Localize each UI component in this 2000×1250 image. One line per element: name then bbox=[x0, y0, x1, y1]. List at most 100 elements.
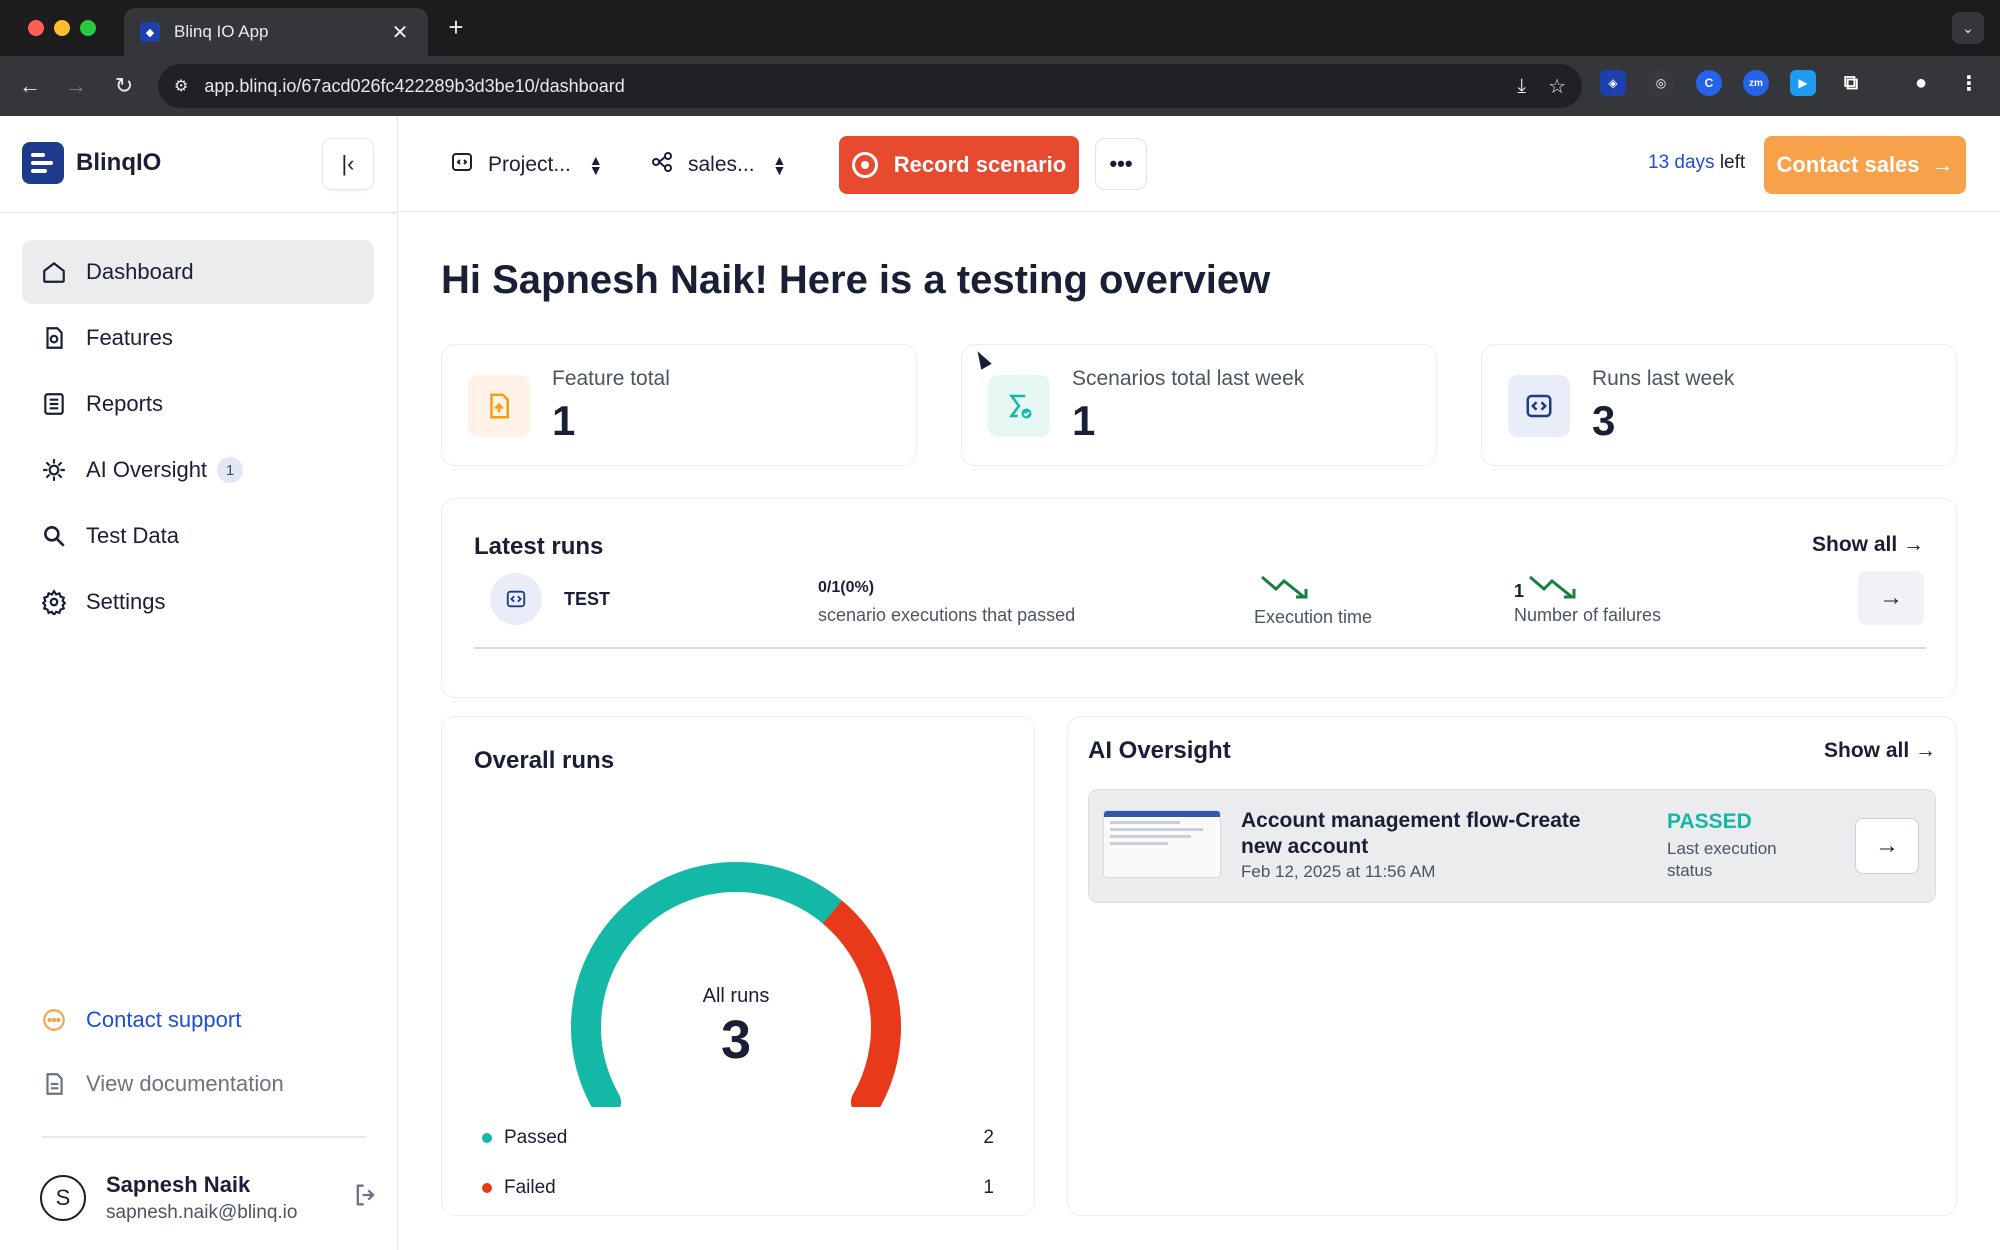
extension-c-icon[interactable]: C bbox=[1696, 70, 1722, 96]
features-icon bbox=[40, 324, 68, 352]
stat-label: Feature total bbox=[552, 367, 670, 390]
latest-runs-title: Latest runs bbox=[474, 533, 604, 560]
bookmark-star-icon[interactable]: ☆ bbox=[1548, 74, 1566, 99]
arrow-right-icon: → bbox=[1931, 152, 1954, 177]
topbar: Project... ▲ ▼ sales... ▲ ▼ Record scenari… bbox=[398, 116, 2000, 212]
sidebar-item-reports[interactable]: Reports bbox=[22, 372, 374, 436]
collapse-sidebar-button[interactable]: |‹ bbox=[322, 138, 374, 190]
arrow-right-icon: → bbox=[1903, 533, 1925, 556]
install-app-icon[interactable]: ⤓ bbox=[1517, 75, 1526, 98]
brand[interactable]: BlinqIO bbox=[22, 142, 161, 184]
site-info-icon[interactable]: ⚙ bbox=[174, 76, 188, 96]
gear-icon bbox=[40, 588, 68, 616]
contact-sales-button[interactable]: Contact sales → bbox=[1764, 136, 1966, 194]
list-item[interactable]: Account management flow-Create new accou… bbox=[1088, 789, 1936, 903]
ai-oversight-show-all-link[interactable]: Show all → bbox=[1824, 739, 1936, 763]
show-all-label: Show all bbox=[1824, 739, 1910, 762]
sidebar-item-label: AI Oversight bbox=[86, 457, 208, 482]
contact-support-label: Contact support bbox=[86, 1007, 242, 1032]
record-scenario-button[interactable]: Record scenario bbox=[839, 136, 1079, 194]
sidebar-item-settings[interactable]: Settings bbox=[22, 570, 374, 634]
status-badge: PASSED bbox=[1667, 810, 1752, 833]
user-name: Sapnesh Naik bbox=[106, 1172, 251, 1197]
sidebar-nav: Dashboard Features Reports AI Oversight bbox=[22, 240, 374, 636]
open-oversight-button[interactable]: → bbox=[1855, 818, 1919, 874]
document-icon bbox=[40, 1070, 68, 1098]
more-options-button[interactable]: ••• bbox=[1095, 138, 1147, 190]
new-tab-icon[interactable]: + bbox=[440, 12, 472, 43]
chat-bubble-icon bbox=[40, 1006, 68, 1034]
project-icon bbox=[450, 150, 474, 180]
legend-label: Failed bbox=[504, 1177, 556, 1198]
legend-item-passed: Passed 2 bbox=[482, 1127, 994, 1149]
close-window-button[interactable] bbox=[28, 20, 44, 36]
sidebar-item-label: Features bbox=[86, 325, 173, 350]
scenario-icon bbox=[988, 375, 1050, 437]
status-label: Last execution status bbox=[1667, 839, 1777, 880]
trial-days-suffix: left bbox=[1714, 152, 1746, 173]
failures-count: 1 bbox=[1514, 581, 1525, 601]
sidebar-item-features[interactable]: Features bbox=[22, 306, 374, 370]
table-row[interactable]: TEST 0/1(0%) scenario executions that pa… bbox=[474, 571, 1926, 649]
sidebar-item-ai-oversight[interactable]: AI Oversight 1 bbox=[22, 438, 374, 502]
minimize-window-button[interactable] bbox=[54, 20, 70, 36]
browser-tab[interactable]: ◆ Blinq IO App ✕ bbox=[124, 8, 428, 56]
maximize-window-button[interactable] bbox=[80, 20, 96, 36]
legend-value: 1 bbox=[983, 1177, 994, 1198]
avatar: S bbox=[40, 1175, 86, 1221]
record-scenario-label: Record scenario bbox=[893, 152, 1067, 177]
arrow-right-icon: → bbox=[1915, 739, 1937, 762]
execution-time-label: Execution time bbox=[1254, 607, 1373, 627]
reports-icon bbox=[40, 390, 68, 418]
reload-icon[interactable]: ↻ bbox=[108, 70, 140, 102]
divider bbox=[0, 212, 398, 213]
close-tab-icon[interactable]: ✕ bbox=[388, 20, 412, 45]
search-icon bbox=[40, 522, 68, 550]
latest-runs-show-all-link[interactable]: Show all → bbox=[1812, 533, 1924, 557]
view-documentation-link[interactable]: View documentation bbox=[40, 1070, 284, 1098]
contact-sales-label: Contact sales bbox=[1776, 152, 1920, 177]
sidebar-item-dashboard[interactable]: Dashboard bbox=[22, 240, 374, 304]
ai-oversight-icon bbox=[40, 456, 68, 484]
user-info: Sapnesh Naik sapnesh.naik@blinq.io bbox=[106, 1172, 352, 1224]
blinqio-logo-icon bbox=[22, 142, 64, 184]
trial-days-count: 13 days bbox=[1648, 152, 1715, 173]
failures-label: Number of failures bbox=[1514, 605, 1662, 625]
file-upload-icon bbox=[468, 375, 530, 437]
project-selector[interactable]: Project... ▲ ▼ bbox=[450, 150, 603, 180]
zoom-extension-icon[interactable]: zm bbox=[1743, 70, 1769, 96]
open-run-button[interactable]: → bbox=[1858, 571, 1924, 625]
run-pass-ratio: 0/1(0%) bbox=[818, 579, 875, 596]
user-profile[interactable]: S Sapnesh Naik sapnesh.naik@blinq.io bbox=[40, 1172, 380, 1224]
chevron-updown-icon: ▲ ▼ bbox=[772, 152, 787, 178]
record-icon bbox=[851, 152, 878, 178]
extension-play-icon[interactable]: ▶ bbox=[1790, 70, 1816, 96]
legend-dot bbox=[482, 1133, 492, 1143]
extensions-puzzle-icon[interactable]: ⧉ bbox=[1838, 70, 1864, 96]
environment-selector[interactable]: sales... ▲ ▼ bbox=[650, 150, 786, 180]
overall-runs-title: Overall runs bbox=[474, 747, 615, 774]
sidebar-item-label: Settings bbox=[86, 589, 166, 614]
gauge-center-label: All runs bbox=[702, 985, 770, 1007]
bitwarden-extension-icon[interactable]: ◈ bbox=[1600, 70, 1626, 96]
extension-off-icon[interactable]: ◎ bbox=[1648, 70, 1674, 96]
trend-down-icon bbox=[1260, 573, 1312, 608]
oversight-item-title: Account management flow-Create new accou… bbox=[1241, 809, 1581, 858]
view-documentation-label: View documentation bbox=[86, 1071, 284, 1096]
forward-icon[interactable]: → bbox=[60, 70, 92, 102]
logout-icon[interactable] bbox=[352, 1181, 380, 1216]
gauge-chart: All runs 3 bbox=[546, 857, 926, 1117]
stat-card-scenarios: Scenarios total last week 1 bbox=[961, 344, 1437, 466]
stat-label: Runs last week bbox=[1592, 367, 1735, 390]
sidebar-item-test-data[interactable]: Test Data bbox=[22, 504, 374, 568]
url-text[interactable]: app.blinq.io/67acd026fc422289b3d3be10/da… bbox=[204, 76, 1495, 97]
browser-menu-icon[interactable]: ⋮ bbox=[1956, 70, 1982, 96]
scenario-thumbnail bbox=[1103, 810, 1221, 878]
stat-value: 3 bbox=[1592, 397, 1616, 444]
back-icon[interactable]: ← bbox=[14, 70, 46, 102]
profile-icon[interactable]: ● bbox=[1908, 70, 1934, 96]
contact-support-link[interactable]: Contact support bbox=[40, 1006, 241, 1034]
trend-down-icon bbox=[1528, 573, 1580, 608]
address-bar[interactable]: ⚙ app.blinq.io/67acd026fc422289b3d3be10/… bbox=[158, 64, 1582, 108]
tab-search-icon[interactable]: ⌄ bbox=[1952, 12, 1984, 44]
